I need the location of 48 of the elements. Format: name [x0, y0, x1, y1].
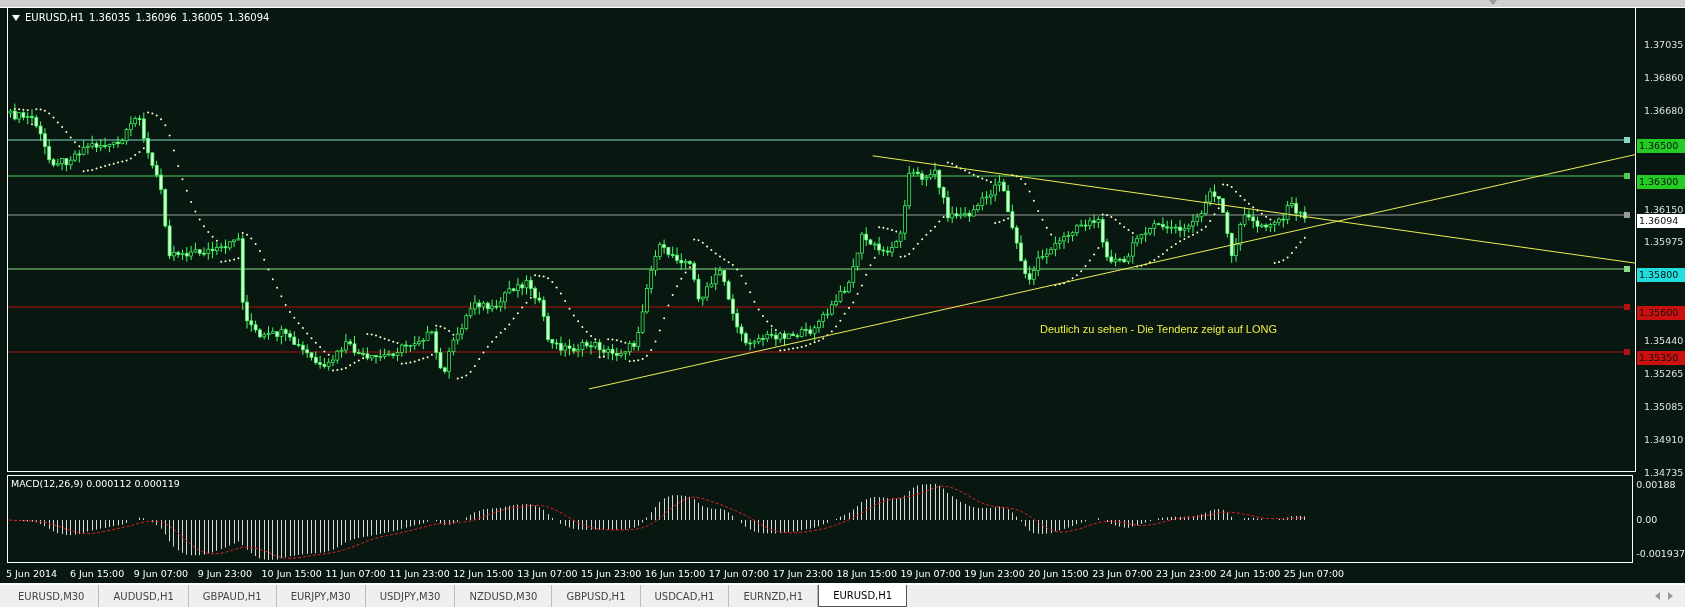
time-tick-label: 15 Jun 23:00	[581, 567, 643, 579]
price-level-label: 1.36094	[1637, 214, 1685, 228]
time-tick-label: 17 Jun 07:00	[708, 567, 771, 579]
time-tick-label: 24 Jun 15:00	[1219, 567, 1282, 579]
time-tick-label: 23 Jun 07:00	[1092, 567, 1154, 579]
price-level-label: 1.35600	[1637, 306, 1685, 320]
time-tick-label: 11 Jun 23:00	[389, 567, 451, 579]
price-tick-label: 1.35975	[1643, 236, 1684, 248]
time-tick-label: 5 Jun 2014	[6, 567, 59, 579]
ohlc-value: 1.36035	[89, 12, 131, 23]
price-tick-label: 1.36680	[1643, 104, 1684, 116]
price-tick-label: 1.35440	[1643, 335, 1684, 347]
macd-tick-label: 0.00	[1636, 513, 1659, 525]
macd-title: MACD(12,26,9) 0.000112 0.000119	[11, 478, 180, 489]
price-level-label: 1.35800	[1637, 268, 1685, 282]
ohlc-value: 1.36094	[228, 12, 270, 23]
price-level-label: 1.36500	[1637, 139, 1685, 153]
ohlc-value: 1.36096	[135, 12, 177, 23]
time-tick-label: 9 Jun 07:00	[133, 567, 190, 579]
time-tick-label: 19 Jun 23:00	[964, 567, 1026, 579]
price-tick-label: 1.36150	[1643, 203, 1684, 215]
price-level-label: 1.35350	[1637, 351, 1685, 365]
time-tick-label: 16 Jun 15:00	[644, 567, 707, 579]
time-tick-label: 18 Jun 15:00	[836, 567, 898, 579]
price-tick-label: 1.37035	[1643, 39, 1684, 50]
time-tick-label: 17 Jun 23:00	[772, 567, 835, 579]
time-tick-label: 23 Jun 23:00	[1156, 567, 1218, 579]
price-tick-label: 1.34735	[1643, 466, 1684, 478]
annotation-text: Deutlich zu sehen - Die Tendenz zeigt auf LONG	[1040, 323, 1278, 335]
price-tick-label: 1.36860	[1643, 71, 1684, 83]
price-tick-label: 1.35265	[1643, 368, 1684, 379]
price-tick-label: 1.34910	[1643, 433, 1684, 445]
time-tick-label: 13 Jun 07:00	[517, 567, 579, 579]
macd-tick-label: -0.001937	[1636, 548, 1685, 559]
time-tick-label: 6 Jun 15:00	[69, 567, 126, 579]
time-tick-label: 9 Jun 23:00	[197, 567, 253, 579]
time-tick-label: 25 Jun 07:00	[1283, 567, 1346, 579]
time-tick-label: 10 Jun 15:00	[261, 567, 323, 579]
price-tick-label: 1.35085	[1643, 400, 1684, 412]
symbol-label: EURUSD,H1	[25, 12, 84, 23]
time-tick-label: 20 Jun 15:00	[1028, 567, 1090, 579]
macd-tick-label: 0.00188	[1636, 479, 1677, 490]
time-tick-label: 12 Jun 15:00	[453, 567, 515, 579]
chart-tab[interactable]: EURUSD,H1	[818, 585, 908, 607]
ohlc-value: 1.36005	[181, 12, 224, 23]
time-tick-label: 19 Jun 07:00	[900, 567, 962, 579]
price-level-label: 1.36300	[1637, 175, 1685, 189]
time-tick-label: 11 Jun 07:00	[325, 567, 387, 579]
